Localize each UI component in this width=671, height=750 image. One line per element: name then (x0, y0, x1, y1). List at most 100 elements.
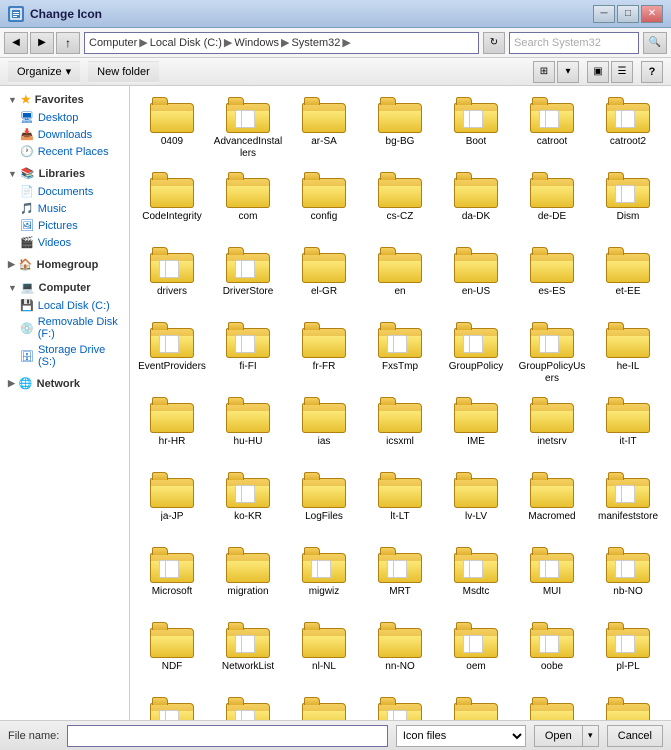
folder-item-restore[interactable]: restore (514, 690, 590, 720)
folder-item-en-US[interactable]: en-US (438, 240, 514, 315)
sidebar-header-homegroup[interactable]: ▶ 🏠 Homegroup (0, 255, 129, 274)
folder-item-com[interactable]: com (210, 165, 286, 240)
sidebar-item-desktop[interactable]: 🖥 Desktop (0, 109, 129, 126)
folder-item-ar-SA[interactable]: ar-SA (286, 90, 362, 165)
folder-item-Boot[interactable]: Boot (438, 90, 514, 165)
folder-item-ro-RO[interactable]: ro-RO (590, 690, 666, 720)
sidebar-header-computer[interactable]: ▼ 💻 Computer (0, 278, 129, 297)
folder-item-Msdtc[interactable]: Msdtc (438, 540, 514, 615)
folder-item-en[interactable]: en (362, 240, 438, 315)
folder-item-NDF[interactable]: NDF (134, 615, 210, 690)
cancel-button[interactable]: Cancel (607, 725, 663, 747)
sidebar-item-storage-drive-s[interactable]: 🗄 Storage Drive (S:) (0, 342, 129, 370)
folder-item-oem[interactable]: oem (438, 615, 514, 690)
folder-item-nl-NL[interactable]: nl-NL (286, 615, 362, 690)
folder-item-GroupPolicyUsers[interactable]: GroupPolicyUsers (514, 315, 590, 390)
up-button[interactable]: ↑ (56, 32, 80, 54)
folder-item-Macromed[interactable]: Macromed (514, 465, 590, 540)
open-button-arrow[interactable]: ▾ (583, 725, 599, 747)
folder-item-MRT[interactable]: MRT (362, 540, 438, 615)
folder-item-Recovery[interactable]: Recovery (438, 690, 514, 720)
sidebar-item-removable-disk-f[interactable]: 💿 Removable Disk (F:) (0, 314, 129, 342)
folder-item-CodeIntegrity[interactable]: CodeIntegrity (134, 165, 210, 240)
folder-item-Microsoft[interactable]: Microsoft (134, 540, 210, 615)
folder-item-NetworkList[interactable]: NetworkList (210, 615, 286, 690)
folder-item-pt-PT[interactable]: pt-PT (286, 690, 362, 720)
folder-item-it-IT[interactable]: it-IT (590, 390, 666, 465)
open-button[interactable]: Open (534, 725, 583, 747)
folder-item-Printing_Ad[interactable]: Printing_Ad (134, 690, 210, 720)
folder-item-GroupPolicy[interactable]: GroupPolicy (438, 315, 514, 390)
sidebar-item-videos[interactable]: 🎬 Videos (0, 234, 129, 251)
folder-item-drivers[interactable]: drivers (134, 240, 210, 315)
sidebar-item-recent-places[interactable]: 🕐 Recent Places (0, 143, 129, 160)
close-button[interactable]: ✕ (641, 5, 663, 23)
sidebar-item-downloads[interactable]: 📥 Downloads (0, 126, 129, 143)
sidebar-header-favorites[interactable]: ▼ ★ Favorites (0, 90, 129, 109)
folder-item-cs-CZ[interactable]: cs-CZ (362, 165, 438, 240)
folder-item-da-DK[interactable]: da-DK (438, 165, 514, 240)
forward-button[interactable]: ▶ (30, 32, 54, 54)
sidebar-item-documents[interactable]: 📄 Documents (0, 183, 129, 200)
new-folder-button[interactable]: New folder (88, 61, 159, 83)
view-options-button[interactable]: ⊞ (533, 61, 555, 83)
folder-item-ko-KR[interactable]: ko-KR (210, 465, 286, 540)
folder-item-DriverStore[interactable]: DriverStore (210, 240, 286, 315)
filetype-select[interactable]: Icon files All files (396, 725, 526, 747)
folder-item-fi-FI[interactable]: fi-FI (210, 315, 286, 390)
maximize-button[interactable]: □ (617, 5, 639, 23)
folder-item-Dism[interactable]: Dism (590, 165, 666, 240)
folder-item-ras[interactable]: ras (362, 690, 438, 720)
folder-item-FxsTmp[interactable]: FxsTmp (362, 315, 438, 390)
folder-item-EventProviders[interactable]: EventProviders (134, 315, 210, 390)
organize-button[interactable]: Organize ▾ (8, 61, 80, 83)
minimize-button[interactable]: ─ (593, 5, 615, 23)
search-button[interactable]: 🔍 (643, 32, 667, 54)
sidebar-item-local-disk-c[interactable]: 💾 Local Disk (C:) (0, 297, 129, 314)
folder-item-nn-NO[interactable]: nn-NO (362, 615, 438, 690)
folder-item-IME[interactable]: IME (438, 390, 514, 465)
folder-item-bg-BG[interactable]: bg-BG (362, 90, 438, 165)
folder-item-MUI[interactable]: MUI (514, 540, 590, 615)
sidebar-item-pictures[interactable]: 🖼 Pictures (0, 217, 129, 234)
refresh-button[interactable]: ↻ (483, 32, 505, 54)
folder-item-pt-BR[interactable]: pt-BR (210, 690, 286, 720)
folder-item-nb-NO[interactable]: nb-NO (590, 540, 666, 615)
folder-item-LogFiles[interactable]: LogFiles (286, 465, 362, 540)
folder-item-icsxml[interactable]: icsxml (362, 390, 438, 465)
folder-item-el-GR[interactable]: el-GR (286, 240, 362, 315)
folder-item-ja-JP[interactable]: ja-JP (134, 465, 210, 540)
folder-item-catroot[interactable]: catroot (514, 90, 590, 165)
folder-item-lv-LV[interactable]: lv-LV (438, 465, 514, 540)
folder-item-et-EE[interactable]: et-EE (590, 240, 666, 315)
folder-item-0409[interactable]: 0409 (134, 90, 210, 165)
sidebar-item-music[interactable]: 🎵 Music (0, 200, 129, 217)
folder-item-hr-HR[interactable]: hr-HR (134, 390, 210, 465)
sidebar-header-network[interactable]: ▶ 🌐 Network (0, 374, 129, 393)
folder-item-ias[interactable]: ias (286, 390, 362, 465)
folder-item-catroot2[interactable]: catroot2 (590, 90, 666, 165)
view-toggle-button[interactable]: ▾ (557, 61, 579, 83)
folder-item-pl-PL[interactable]: pl-PL (590, 615, 666, 690)
folder-item-es-ES[interactable]: es-ES (514, 240, 590, 315)
folder-item-de-DE[interactable]: de-DE (514, 165, 590, 240)
details-pane-button[interactable]: ☰ (611, 61, 633, 83)
folder-item-migwiz[interactable]: migwiz (286, 540, 362, 615)
folder-item-oobe[interactable]: oobe (514, 615, 590, 690)
preview-pane-button[interactable]: ▣ (587, 61, 609, 83)
sidebar-header-libraries[interactable]: ▼ 📚 Libraries (0, 164, 129, 183)
address-path[interactable]: Computer ▶ Local Disk (C:) ▶ Windows ▶ S… (84, 32, 479, 54)
back-button[interactable]: ◀ (4, 32, 28, 54)
filename-input[interactable] (67, 725, 387, 747)
folder-item-hu-HU[interactable]: hu-HU (210, 390, 286, 465)
help-button[interactable]: ? (641, 61, 663, 83)
folder-item-lt-LT[interactable]: lt-LT (362, 465, 438, 540)
folder-item-advancedinstallers[interactable]: AdvancedInstallers (210, 90, 286, 165)
folder-item-inetsrv[interactable]: inetsrv (514, 390, 590, 465)
folder-item-config[interactable]: config (286, 165, 362, 240)
folder-item-he-IL[interactable]: he-IL (590, 315, 666, 390)
folder-item-migration[interactable]: migration (210, 540, 286, 615)
folder-item-manifeststore[interactable]: manifeststore (590, 465, 666, 540)
folder-item-fr-FR[interactable]: fr-FR (286, 315, 362, 390)
search-box[interactable]: Search System32 (509, 32, 639, 54)
